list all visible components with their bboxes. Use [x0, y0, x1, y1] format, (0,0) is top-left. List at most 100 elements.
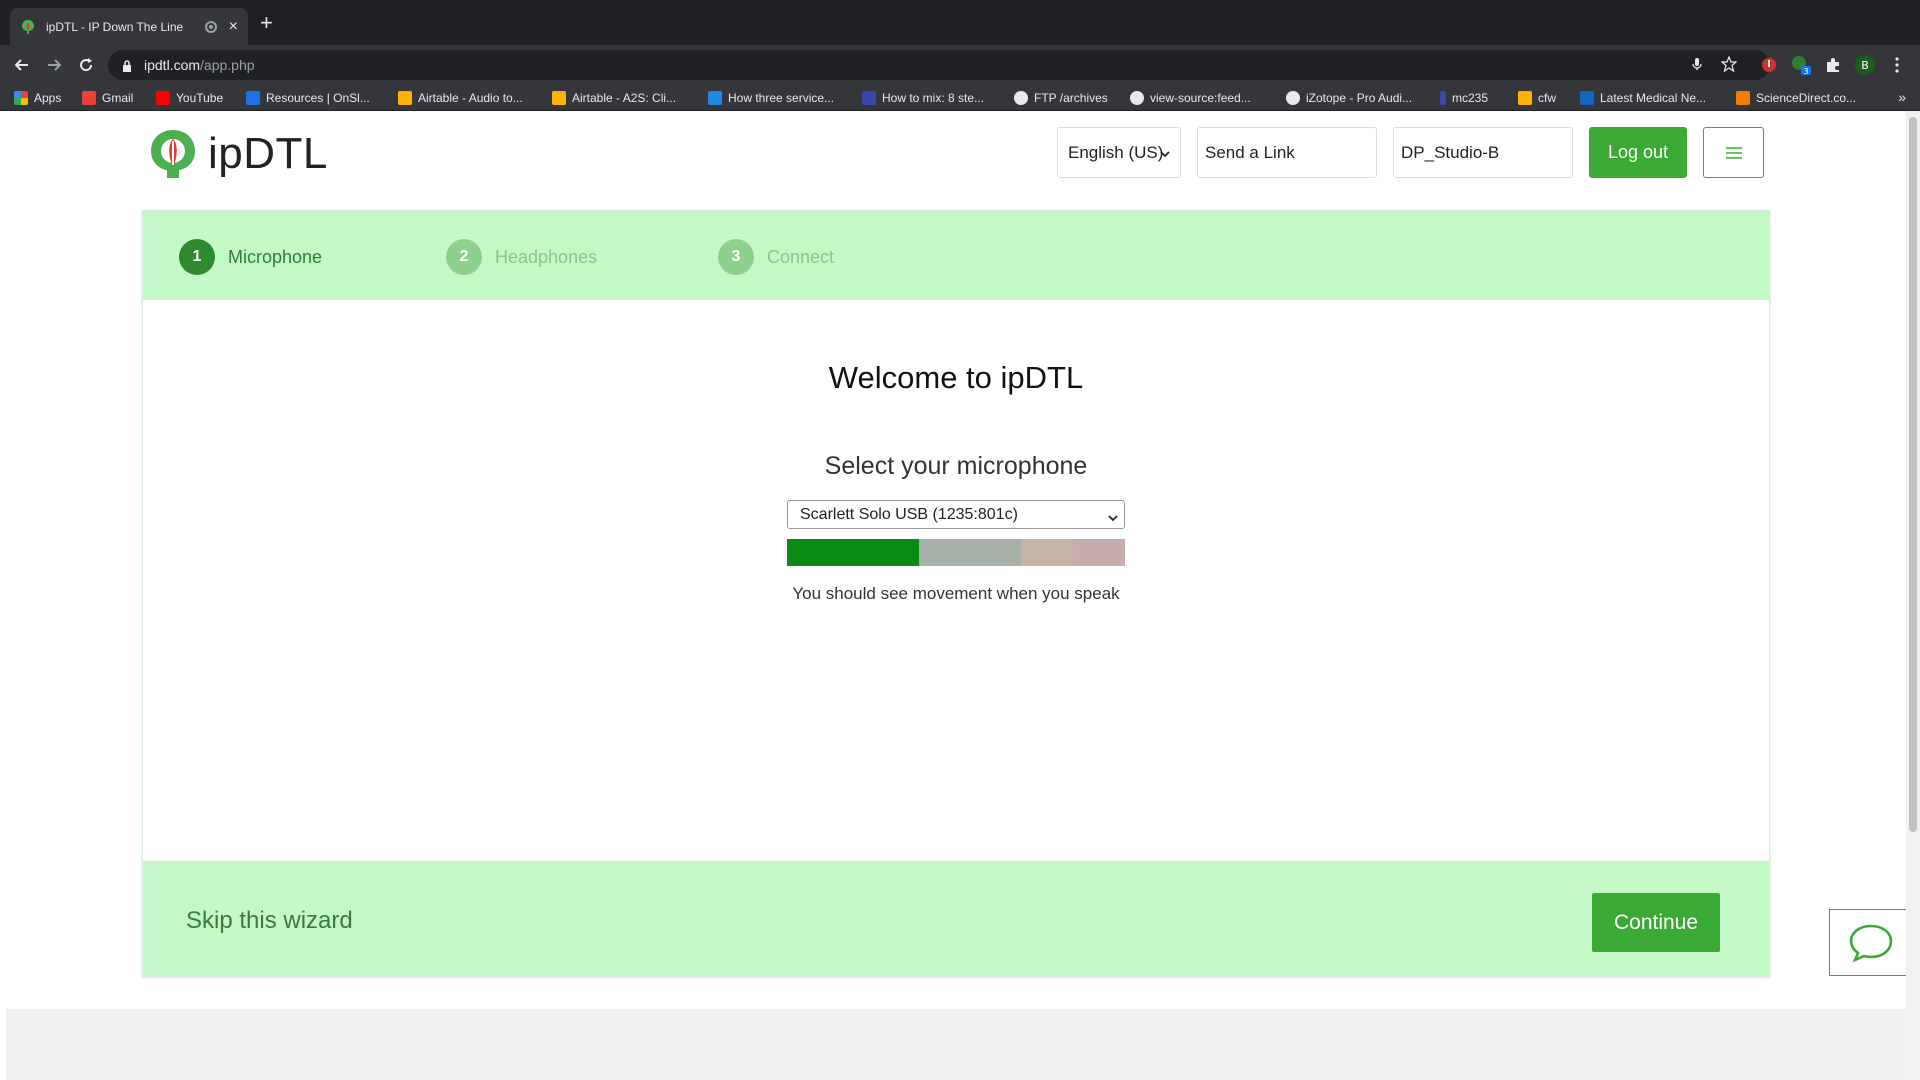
forward-icon[interactable] — [42, 53, 66, 77]
language-value: English (US) — [1068, 142, 1164, 162]
ipdtl-logo[interactable]: ipDTL — [146, 127, 328, 181]
tab-title: ipDTL - IP Down The Line — [46, 19, 184, 34]
site-icon — [1440, 91, 1446, 105]
extension-red-icon[interactable] — [1758, 54, 1780, 76]
site-news-icon — [862, 91, 876, 105]
bookmark-sciencedirect[interactable]: ScienceDirect.co... — [1736, 89, 1856, 107]
bookmark-airtable-a2s[interactable]: Airtable - A2S: Cli... — [552, 89, 676, 107]
bookmark-how-to-mix[interactable]: How to mix: 8 ste... — [862, 89, 984, 107]
close-tab-icon[interactable]: × — [229, 18, 238, 35]
chevron-down-icon — [1160, 146, 1170, 166]
wizard-steps-bar: 1 Microphone 2 Headphones 3 Connect — [143, 211, 1769, 300]
step-microphone[interactable]: 1 Microphone — [179, 239, 322, 275]
chevron-down-icon — [1108, 510, 1118, 528]
step-label: Headphones — [495, 246, 598, 267]
bookmark-izotope[interactable]: iZotope - Pro Audi... — [1286, 89, 1412, 107]
bookmark-resources[interactable]: Resources | OnSl... — [246, 89, 370, 107]
bookmark-ftp-archives[interactable]: FTP /archives — [1014, 89, 1108, 107]
microphone-select[interactable]: Scarlett Solo USB (1235:801c) — [787, 500, 1125, 529]
address-bar[interactable]: ipdtl.com/app.php — [108, 50, 1770, 80]
select-microphone-heading: Select your microphone — [824, 452, 1088, 480]
bookmark-mc235[interactable]: mc235 — [1440, 89, 1488, 107]
meter-hint: You should see movement when you speak — [792, 584, 1120, 603]
language-select[interactable]: English (US) — [1057, 127, 1181, 178]
url-host: ipdtl.com — [144, 57, 201, 73]
browser-menu-kebab-icon[interactable] — [1886, 54, 1908, 76]
logout-button[interactable]: Log out — [1589, 127, 1687, 178]
continue-button[interactable]: Continue — [1592, 893, 1720, 952]
page-footer-band — [6, 1009, 1906, 1080]
scrollbar-thumb[interactable] — [1909, 117, 1917, 832]
step-headphones[interactable]: 2 Headphones — [446, 239, 597, 275]
bookmark-airtable-audio[interactable]: Airtable - Audio to... — [398, 89, 523, 107]
ipdtl-favicon-icon — [20, 19, 36, 35]
media-recording-icon — [204, 20, 217, 33]
step-number: 3 — [718, 239, 754, 275]
chat-bubble-icon — [1849, 924, 1892, 963]
globe-icon — [1130, 91, 1144, 105]
hamburger-icon — [1725, 146, 1742, 159]
bookmark-gmail[interactable]: Gmail — [82, 89, 133, 107]
reload-icon[interactable] — [74, 53, 98, 77]
more-bookmarks-button[interactable]: » — [1898, 89, 1906, 105]
send-link-input[interactable]: Send a Link — [1197, 127, 1377, 178]
meter-warning-zone — [1021, 539, 1073, 566]
bookmarks-bar: Apps Gmail YouTube Resources | OnSl... A… — [0, 85, 1920, 111]
globe-icon — [1014, 91, 1028, 105]
username-value: DP_Studio-B — [1401, 142, 1500, 162]
new-tab-button[interactable]: + — [260, 12, 273, 34]
browser-toolbar: ipdtl.com/app.php 3 B — [0, 45, 1920, 85]
extension-green-icon[interactable]: 3 — [1790, 54, 1812, 76]
bookmark-view-source[interactable]: view-source:feed... — [1130, 89, 1251, 107]
apps-grid-icon — [14, 91, 28, 105]
meter-level-fill — [787, 539, 919, 566]
bookmark-latest-medical-news[interactable]: Latest Medical Ne... — [1580, 89, 1706, 107]
airtable-icon — [552, 91, 566, 105]
logo-text: ipDTL — [208, 129, 328, 178]
microphone-indicator-icon[interactable] — [1686, 53, 1708, 75]
step-number: 2 — [446, 239, 482, 275]
wizard-footer: Skip this wizard Continue — [143, 861, 1769, 976]
site-c-icon — [708, 91, 722, 105]
step-connect[interactable]: 3 Connect — [718, 239, 834, 275]
lock-icon — [122, 59, 132, 72]
browser-tab[interactable]: ipDTL - IP Down The Line × — [10, 8, 248, 45]
step-label: Connect — [767, 246, 835, 267]
bookmark-youtube[interactable]: YouTube — [156, 89, 223, 107]
microphone-level-meter — [787, 539, 1125, 566]
profile-avatar[interactable]: B — [1854, 54, 1876, 76]
extensions-puzzle-icon[interactable] — [1822, 54, 1844, 76]
gmail-icon — [82, 91, 96, 105]
microphone-value: Scarlett Solo USB (1235:801c) — [800, 505, 1018, 523]
onslide-icon — [246, 91, 260, 105]
globe-icon — [1286, 91, 1300, 105]
hamburger-menu-button[interactable] — [1703, 127, 1764, 178]
back-icon[interactable] — [10, 53, 34, 77]
setup-wizard: 1 Microphone 2 Headphones 3 Connect Welc… — [142, 210, 1770, 977]
send-link-placeholder: Send a Link — [1205, 142, 1295, 162]
welcome-title: Welcome to ipDTL — [828, 360, 1084, 395]
meter-peak-zone — [1073, 539, 1125, 566]
airtable-icon — [1518, 91, 1532, 105]
extension-badge-count: 3 — [1803, 67, 1808, 76]
url-path: /app.php — [200, 57, 255, 73]
skip-wizard-link[interactable]: Skip this wizard — [186, 907, 353, 935]
ipdtl-page: ipDTL English (US) Send a Link DP_Studio… — [0, 111, 1920, 1080]
youtube-icon — [156, 91, 170, 105]
elsevier-icon — [1736, 91, 1750, 105]
wizard-body: Welcome to ipDTL Select your microphone … — [143, 300, 1769, 861]
site-m-icon — [1580, 91, 1594, 105]
bookmark-star-icon[interactable] — [1718, 53, 1740, 75]
ipdtl-logo-mark-icon — [151, 130, 195, 178]
bookmark-apps[interactable]: Apps — [14, 89, 61, 107]
profile-initial: B — [1861, 59, 1869, 72]
chat-button[interactable] — [1829, 909, 1912, 976]
page-scrollbar[interactable] — [1906, 111, 1920, 1080]
bookmark-cfw[interactable]: cfw — [1518, 89, 1556, 107]
browser-tab-strip: ipDTL - IP Down The Line × + — [0, 0, 1920, 45]
bookmark-how-three-services[interactable]: How three service... — [708, 89, 834, 107]
airtable-icon — [398, 91, 412, 105]
step-number: 1 — [179, 239, 215, 275]
username-field[interactable]: DP_Studio-B — [1393, 127, 1573, 178]
step-label: Microphone — [228, 246, 323, 267]
